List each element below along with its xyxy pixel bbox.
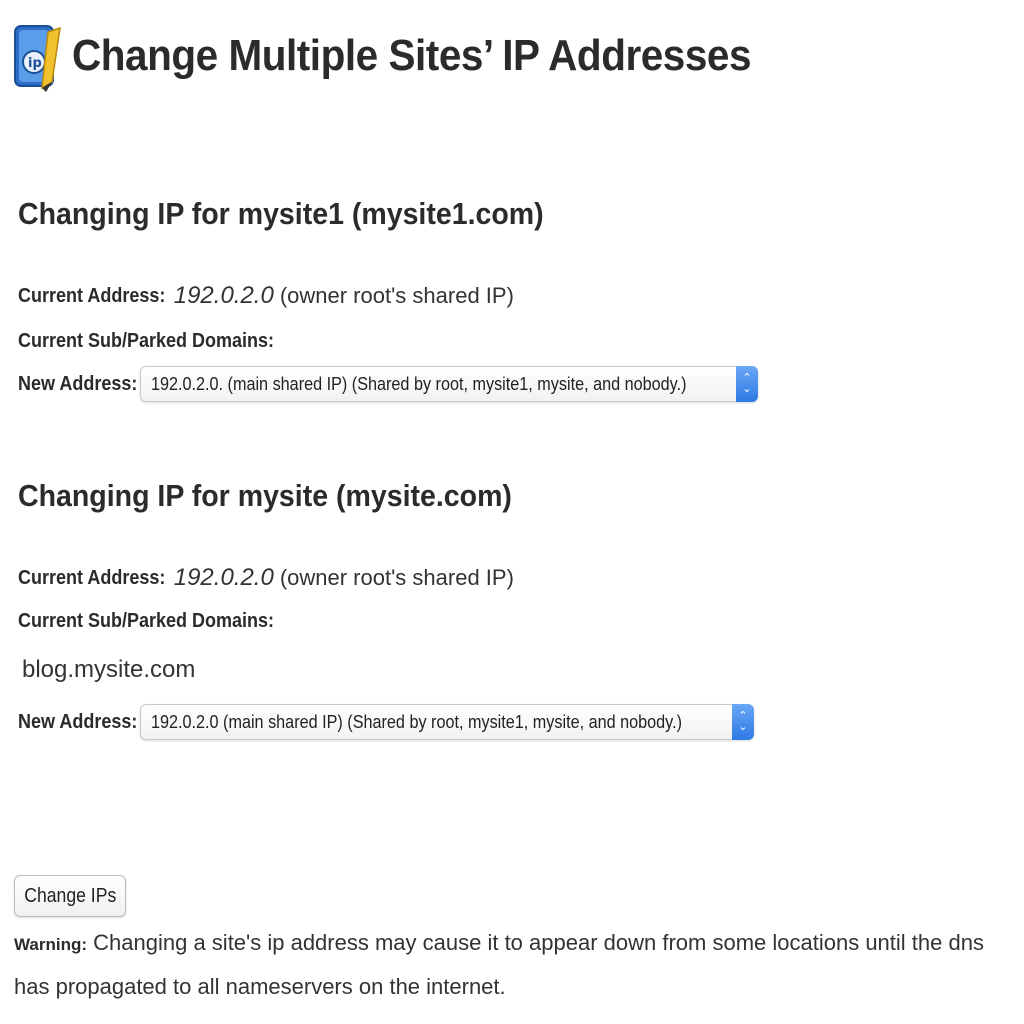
current-address-label: Current Address:	[18, 284, 166, 307]
domain-list-item: blog.mysite.com	[22, 656, 195, 684]
new-address-selected-value: 192.0.2.0 (main shared IP) (Shared by ro…	[151, 711, 682, 732]
select-stepper-icon: ⌃ ⌄	[732, 704, 754, 740]
warning-label: Warning:	[14, 935, 88, 954]
new-address-select[interactable]: 192.0.2.0 (main shared IP) (Shared by ro…	[140, 704, 754, 740]
domains-label: Current Sub/Parked Domains:	[18, 330, 275, 352]
warning-text: Changing a site's ip address may cause i…	[14, 930, 984, 999]
current-address-row: Current Address: 192.0.2.0 (owner root's…	[18, 282, 514, 310]
section-heading: Changing IP for mysite (mysite.com)	[18, 478, 512, 513]
new-address-row: New Address: 192.0.2.0 (main shared IP) …	[18, 704, 754, 740]
svg-text:ip: ip	[28, 56, 42, 71]
sub-domain-item: blog.mysite.com	[22, 656, 196, 683]
change-ips-button[interactable]: Change IPs	[14, 875, 126, 917]
current-address-value: 192.0.2.0	[173, 564, 274, 591]
new-address-label: New Address:	[18, 372, 138, 395]
current-address-note: (owner root's shared IP)	[279, 565, 514, 590]
page: ip Change Multiple Sites’ IP Addresses C…	[0, 0, 1024, 1024]
new-address-selected-value: 192.0.2.0. (main shared IP) (Shared by r…	[151, 373, 687, 394]
page-title: Change Multiple Sites’ IP Addresses	[72, 31, 752, 80]
domains-row: Current Sub/Parked Domains:	[18, 610, 303, 633]
ip-address-app-icon: ip	[14, 25, 61, 92]
current-address-label: Current Address:	[18, 566, 166, 589]
page-header: ip Change Multiple Sites’ IP Addresses	[12, 18, 810, 94]
new-address-select[interactable]: 192.0.2.0. (main shared IP) (Shared by r…	[140, 366, 758, 402]
current-address-row: Current Address: 192.0.2.0 (owner root's…	[18, 564, 514, 592]
new-address-row: New Address: 192.0.2.0. (main shared IP)…	[18, 366, 758, 402]
change-ips-label: Change IPs	[24, 884, 116, 907]
section-heading: Changing IP for mysite1 (mysite1.com)	[18, 196, 544, 231]
select-stepper-icon: ⌃ ⌄	[736, 366, 758, 402]
site-section-mysite1: Changing IP for mysite1 (mysite1.com) Cu…	[18, 196, 1018, 416]
new-address-label: New Address:	[18, 710, 138, 733]
current-address-note: (owner root's shared IP)	[279, 283, 514, 308]
domains-label: Current Sub/Parked Domains:	[18, 610, 275, 632]
site-section-mysite: Changing IP for mysite (mysite.com) Curr…	[18, 478, 1018, 758]
warning-message: Warning: Changing a site's ip address ma…	[14, 922, 1014, 1008]
domains-row: Current Sub/Parked Domains:	[18, 330, 303, 353]
current-address-value: 192.0.2.0	[173, 282, 274, 309]
